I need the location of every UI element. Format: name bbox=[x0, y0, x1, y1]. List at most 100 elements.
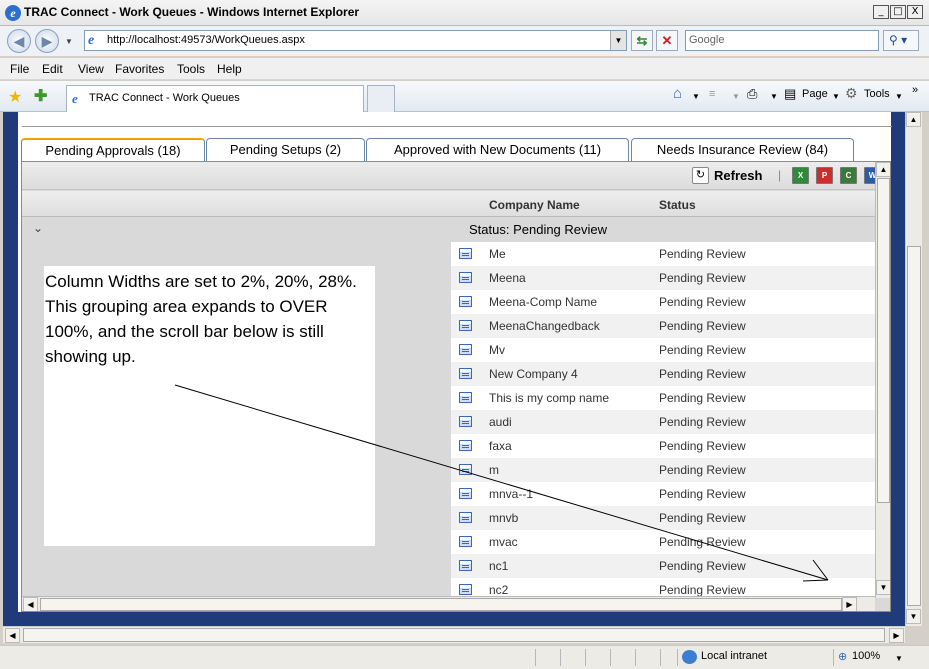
csv-icon[interactable]: C bbox=[840, 167, 857, 184]
group-header-row[interactable]: ⌄ Status: Pending Review bbox=[22, 218, 890, 242]
menu-favorites[interactable]: Favorites bbox=[115, 62, 164, 76]
maximize-button[interactable]: □ bbox=[890, 5, 906, 19]
edit-row-icon[interactable] bbox=[459, 560, 472, 571]
edit-row-icon[interactable] bbox=[459, 416, 472, 427]
home-icon[interactable]: ⌂ bbox=[673, 85, 682, 102]
collapse-group-icon[interactable]: ⌄ bbox=[33, 221, 43, 235]
menu-file[interactable]: File bbox=[10, 62, 29, 76]
table-row[interactable]: mvac Pending Review bbox=[451, 530, 875, 554]
column-status[interactable]: Status bbox=[659, 198, 696, 212]
feeds-dropdown-icon[interactable]: ▼ bbox=[732, 92, 740, 101]
edit-row-icon[interactable] bbox=[459, 536, 472, 547]
menu-view[interactable]: View bbox=[78, 62, 104, 76]
grid-scroll-up-icon[interactable]: ▲ bbox=[876, 162, 890, 177]
edit-row-icon[interactable] bbox=[459, 392, 472, 403]
page-horizontal-scrollbar[interactable]: ◀ ▶ bbox=[3, 626, 905, 643]
scroll-right-icon[interactable]: ▶ bbox=[889, 628, 904, 643]
grid-scroll-right-icon[interactable]: ▶ bbox=[842, 597, 857, 611]
table-row[interactable]: m Pending Review bbox=[451, 458, 875, 482]
grid-vertical-scrollbar[interactable]: ▲ ▼ bbox=[875, 162, 890, 598]
back-button[interactable]: ◀ bbox=[7, 29, 31, 53]
table-row[interactable]: faxa Pending Review bbox=[451, 434, 875, 458]
edit-row-icon[interactable] bbox=[459, 248, 472, 259]
tab-approved-new-documents[interactable]: Approved with New Documents (11) bbox=[366, 138, 629, 161]
table-row[interactable]: Mv Pending Review bbox=[451, 338, 875, 362]
feeds-icon[interactable]: ≡ bbox=[709, 88, 715, 100]
table-row[interactable]: MeenaChangedback Pending Review bbox=[451, 314, 875, 338]
table-row[interactable]: Meena-Comp Name Pending Review bbox=[451, 290, 875, 314]
table-row[interactable]: Me Pending Review bbox=[451, 242, 875, 266]
add-favorite-icon[interactable]: ✚ bbox=[34, 86, 47, 106]
search-input[interactable]: Google bbox=[685, 30, 879, 51]
print-dropdown-icon[interactable]: ▼ bbox=[770, 92, 778, 101]
browser-tab-active[interactable]: e TRAC Connect - Work Queues bbox=[66, 85, 364, 112]
scroll-up-icon[interactable]: ▲ bbox=[906, 112, 921, 127]
page-hscroll-thumb[interactable] bbox=[23, 628, 885, 642]
pdf-icon[interactable]: P bbox=[816, 167, 833, 184]
minimize-button[interactable]: _ bbox=[873, 5, 889, 19]
stop-button[interactable]: ✕ bbox=[656, 30, 678, 51]
edit-row-icon[interactable] bbox=[459, 440, 472, 451]
tools-menu-label[interactable]: Tools bbox=[864, 88, 890, 100]
tab-pending-approvals[interactable]: Pending Approvals (18) bbox=[21, 138, 205, 162]
menu-tools[interactable]: Tools bbox=[177, 62, 205, 76]
page-vscroll-thumb[interactable] bbox=[907, 246, 921, 606]
scroll-left-icon[interactable]: ◀ bbox=[5, 628, 20, 643]
address-dropdown-icon[interactable]: ▼ bbox=[610, 31, 626, 50]
favorites-star-icon[interactable]: ★ bbox=[8, 87, 22, 107]
intranet-zone-icon bbox=[682, 650, 697, 664]
edit-row-icon[interactable] bbox=[459, 584, 472, 595]
security-zone-label[interactable]: Local intranet bbox=[701, 650, 767, 662]
table-row[interactable]: This is my comp name Pending Review bbox=[451, 386, 875, 410]
tab-needs-insurance-review[interactable]: Needs Insurance Review (84) bbox=[631, 138, 854, 161]
menu-help[interactable]: Help bbox=[217, 62, 242, 76]
refresh-page-button[interactable]: ⇆ bbox=[631, 30, 653, 51]
tab-pending-setups[interactable]: Pending Setups (2) bbox=[206, 138, 365, 161]
edit-row-icon[interactable] bbox=[459, 296, 472, 307]
status-cell: Pending Review bbox=[659, 247, 746, 261]
close-button[interactable]: X bbox=[907, 5, 923, 19]
edit-row-icon[interactable] bbox=[459, 272, 472, 283]
page-vertical-scrollbar[interactable]: ▲ ▼ bbox=[905, 112, 922, 626]
table-row[interactable]: nc1 Pending Review bbox=[451, 554, 875, 578]
tools-dropdown-icon[interactable]: ▼ bbox=[895, 92, 903, 101]
page-dropdown-icon[interactable]: ▼ bbox=[832, 92, 840, 101]
search-button[interactable]: ⚲ ▾ bbox=[883, 30, 919, 51]
table-row[interactable]: Meena Pending Review bbox=[451, 266, 875, 290]
zoom-dropdown-icon[interactable]: ▼ bbox=[895, 654, 903, 663]
address-url: http://localhost:49573/WorkQueues.aspx bbox=[107, 34, 305, 46]
grid-scroll-left-icon[interactable]: ◀ bbox=[23, 597, 38, 611]
print-icon[interactable]: ⎙ bbox=[747, 86, 757, 102]
excel-icon[interactable]: X bbox=[792, 167, 809, 184]
edit-row-icon[interactable] bbox=[459, 488, 472, 499]
edit-row-icon[interactable] bbox=[459, 344, 472, 355]
edit-row-icon[interactable] bbox=[459, 320, 472, 331]
grid-hscroll-thumb[interactable] bbox=[40, 598, 842, 611]
home-dropdown-icon[interactable]: ▼ bbox=[692, 92, 700, 101]
status-separator bbox=[585, 649, 586, 666]
edit-row-icon[interactable] bbox=[459, 512, 472, 523]
table-row[interactable]: audi Pending Review bbox=[451, 410, 875, 434]
scroll-down-icon[interactable]: ▼ bbox=[906, 609, 921, 624]
forward-button[interactable]: ▶ bbox=[35, 29, 59, 53]
refresh-icon: ↻ bbox=[692, 167, 709, 184]
zoom-level[interactable]: 100% bbox=[852, 650, 880, 662]
status-cell: Pending Review bbox=[659, 535, 746, 549]
address-bar[interactable]: e http://localhost:49573/WorkQueues.aspx… bbox=[84, 30, 627, 51]
edit-row-icon[interactable] bbox=[459, 368, 472, 379]
page-icon[interactable]: ▤ bbox=[784, 86, 796, 102]
tools-gear-icon[interactable]: ⚙ bbox=[845, 85, 858, 102]
grid-scroll-down-icon[interactable]: ▼ bbox=[876, 580, 890, 595]
recent-pages-dropdown-icon[interactable]: ▼ bbox=[65, 37, 73, 46]
grid-horizontal-scrollbar[interactable]: ◀ ▶ bbox=[22, 596, 875, 611]
column-company-name[interactable]: Company Name bbox=[489, 198, 580, 212]
page-menu-label[interactable]: Page bbox=[802, 88, 828, 100]
table-row[interactable]: mnvb Pending Review bbox=[451, 506, 875, 530]
chevron-more-icon[interactable]: » bbox=[912, 84, 918, 96]
table-row[interactable]: mnva--1 Pending Review bbox=[451, 482, 875, 506]
grid-vscroll-thumb[interactable] bbox=[877, 178, 890, 503]
new-tab-button[interactable] bbox=[367, 85, 395, 112]
edit-row-icon[interactable] bbox=[459, 464, 472, 475]
menu-edit[interactable]: Edit bbox=[42, 62, 63, 76]
table-row[interactable]: New Company 4 Pending Review bbox=[451, 362, 875, 386]
